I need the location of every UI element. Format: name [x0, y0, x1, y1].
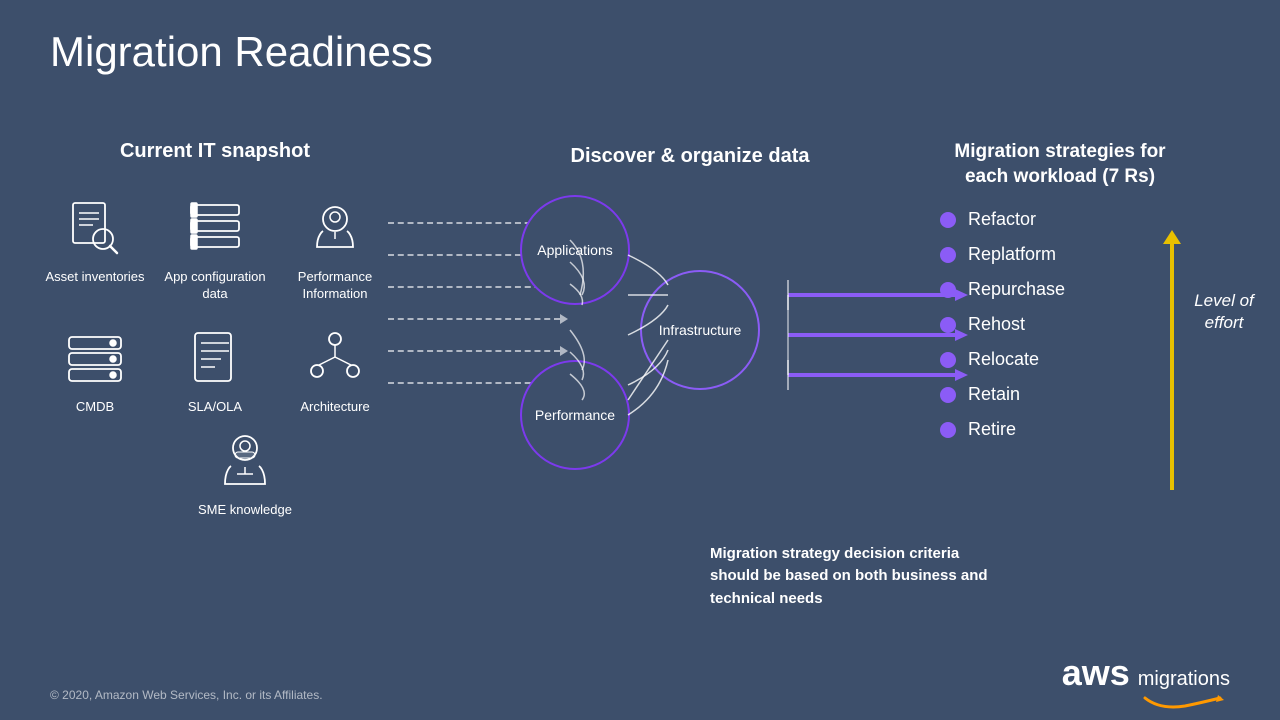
- icon-item-sla: SLA/OLA: [160, 323, 270, 416]
- perf-info-icon: [301, 193, 369, 261]
- asset-icon: [61, 193, 129, 261]
- cmdb-label: CMDB: [76, 399, 114, 416]
- footer-text: © 2020, Amazon Web Services, Inc. or its…: [50, 688, 323, 702]
- migration-strategies-header: Migration strategies for each workload (…: [940, 140, 1180, 189]
- strategy-retain: Retain: [940, 384, 1180, 405]
- app-config-label: App configuration data: [160, 269, 270, 303]
- strategy-relocate: Relocate: [940, 349, 1180, 370]
- level-of-effort: Level of effort: [1170, 240, 1260, 500]
- aws-smile-icon: [1140, 694, 1230, 710]
- icon-item-sme: SME knowledge: [198, 426, 292, 519]
- retain-label: Retain: [968, 384, 1020, 405]
- decision-criteria-text: Migration strategy decision criteria sho…: [710, 543, 990, 611]
- strategy-refactor: Refactor: [940, 209, 1180, 230]
- architecture-icon: [301, 323, 369, 391]
- repurchase-dot: [940, 282, 956, 298]
- sla-label: SLA/OLA: [188, 399, 242, 416]
- icon-item-perf-info: Performance Information: [280, 193, 390, 303]
- strategy-retire: Retire: [940, 419, 1180, 440]
- relocate-label: Relocate: [968, 349, 1039, 370]
- strategy-rehost: Rehost: [940, 314, 1180, 335]
- architecture-label: Architecture: [300, 399, 369, 416]
- aws-logo: aws migrations: [1062, 652, 1230, 710]
- current-it-section: Current IT snapshot Asset inventories: [30, 140, 400, 519]
- sme-label: SME knowledge: [198, 502, 292, 519]
- rehost-dot: [940, 317, 956, 333]
- replatform-label: Replatform: [968, 244, 1056, 265]
- retire-label: Retire: [968, 419, 1016, 440]
- refactor-label: Refactor: [968, 209, 1036, 230]
- strategies-list: Refactor Replatform Repurchase Rehost Re…: [940, 209, 1180, 440]
- perf-info-label: Performance Information: [280, 269, 390, 303]
- sla-icon: [181, 323, 249, 391]
- discover-header: Discover & organize data: [420, 145, 960, 168]
- replatform-dot: [940, 247, 956, 263]
- effort-arrow: [1170, 240, 1174, 490]
- rehost-label: Rehost: [968, 314, 1025, 335]
- icon-grid: Asset inventories App configuration data: [30, 193, 400, 416]
- circle-applications: Applications: [520, 195, 630, 305]
- strategy-repurchase: Repurchase: [940, 279, 1180, 300]
- asset-label: Asset inventories: [46, 269, 145, 286]
- dashed-arrow-4: [388, 314, 568, 324]
- retain-dot: [940, 387, 956, 403]
- page-title: Migration Readiness: [50, 28, 433, 76]
- repurchase-label: Repurchase: [968, 279, 1065, 300]
- retire-dot: [940, 422, 956, 438]
- dashed-arrow-5: [388, 346, 568, 356]
- aws-text: aws: [1062, 652, 1130, 694]
- app-config-icon: [181, 193, 249, 261]
- icon-item-asset: Asset inventories: [40, 193, 150, 303]
- icon-item-app-config: App configuration data: [160, 193, 270, 303]
- migration-strategies-section: Migration strategies for each workload (…: [940, 140, 1180, 454]
- cmdb-icon: [61, 323, 129, 391]
- aws-logo-container: aws migrations: [1062, 652, 1230, 710]
- refactor-dot: [940, 212, 956, 228]
- circle-infrastructure: Infrastructure: [640, 270, 760, 390]
- relocate-dot: [940, 352, 956, 368]
- circle-performance: Performance: [520, 360, 630, 470]
- strategy-replatform: Replatform: [940, 244, 1180, 265]
- effort-label: Level of effort: [1184, 290, 1264, 334]
- sme-icon: [211, 426, 279, 494]
- aws-migrations-text: migrations: [1138, 668, 1230, 691]
- current-it-header: Current IT snapshot: [30, 140, 400, 163]
- icon-item-cmdb: CMDB: [40, 323, 150, 416]
- icon-item-architecture: Architecture: [280, 323, 390, 416]
